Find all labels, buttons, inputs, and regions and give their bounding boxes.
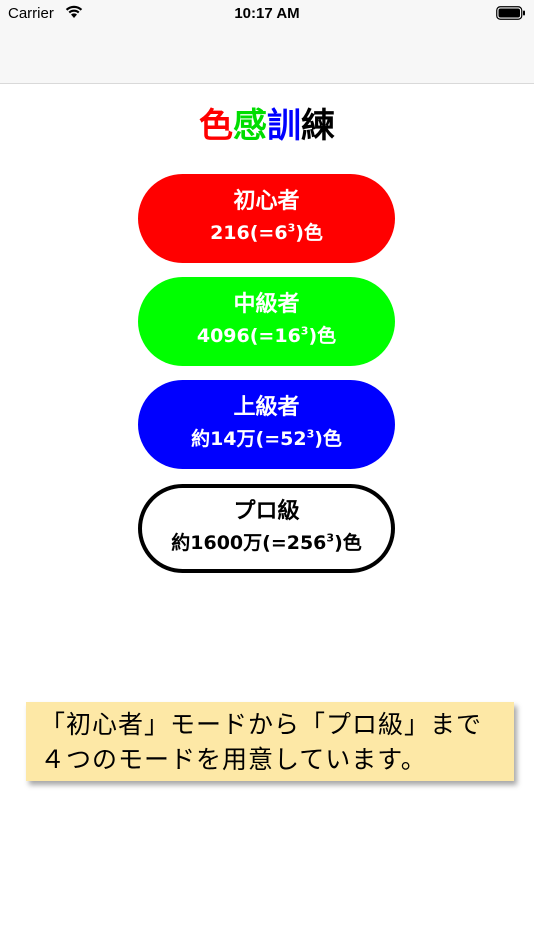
clock-time: 10:17 AM (234, 5, 300, 22)
intermediate-mode-button[interactable]: 中級者 4096(=163)色 (138, 277, 395, 366)
mode-name: 初心者 (233, 189, 300, 214)
app-title: 色感訓練 (0, 104, 534, 148)
title-char-2: 感 (233, 106, 267, 146)
advanced-mode-button[interactable]: 上級者 約14万(=523)色 (138, 380, 395, 469)
mode-name: 中級者 (233, 292, 300, 317)
pro-mode-button[interactable]: プロ級 約1600万(=2563)色 (138, 484, 395, 573)
mode-color-count: 216(=63)色 (210, 221, 323, 244)
mode-color-count: 約14万(=523)色 (191, 427, 342, 450)
battery-icon (496, 6, 526, 24)
title-char-3: 訓 (267, 106, 301, 146)
mode-name: プロ級 (233, 499, 300, 524)
note-line-1: 「初心者」モードから「プロ級」まで (40, 710, 483, 739)
title-char-1: 色 (199, 106, 233, 146)
mode-name: 上級者 (233, 395, 300, 420)
mode-color-count: 約1600万(=2563)色 (171, 531, 362, 554)
title-char-4: 練 (301, 106, 335, 146)
note-line-2: ４つのモードを用意しています。 (40, 745, 427, 774)
beginner-mode-button[interactable]: 初心者 216(=63)色 (138, 174, 395, 263)
status-bar: Carrier 10:17 AM (0, 0, 534, 28)
info-note: 「初心者」モードから「プロ級」まで ４つのモードを用意しています。 (26, 702, 514, 781)
mode-color-count: 4096(=163)色 (196, 324, 337, 347)
